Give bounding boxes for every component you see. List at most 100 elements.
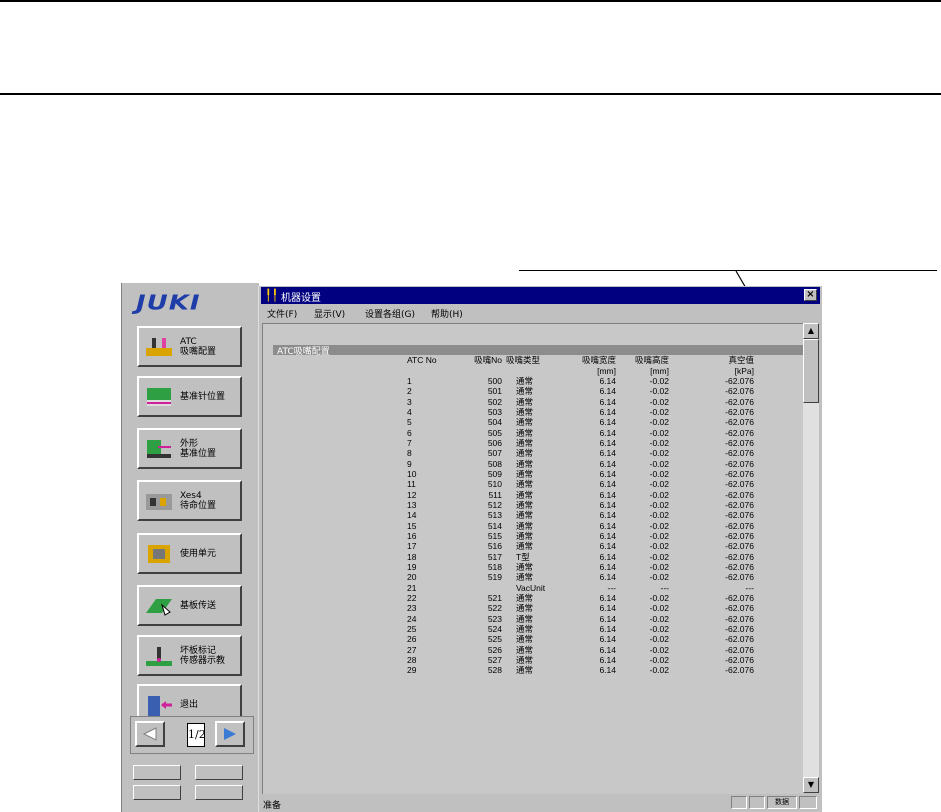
- function-button-1[interactable]: ATC 吸嘴配置: [137, 326, 242, 367]
- table-cell: 6.14: [599, 644, 616, 655]
- blank-button-4[interactable]: [195, 785, 243, 800]
- prev-page-button[interactable]: [135, 721, 165, 747]
- table-cell: 3: [407, 396, 412, 407]
- table-cell: 通常: [516, 613, 534, 624]
- table-row: 8 507 通常 6.14 -0.02 -62.076: [263, 448, 754, 458]
- scroll-up-button[interactable]: ▲: [803, 323, 819, 339]
- table-cell: 6.14: [599, 634, 616, 645]
- machine-settings-window: ╿╿ 机器设置 × 文件(F) 显示(V) 设置各组(G) 帮助(H) ATC吸…: [258, 286, 822, 812]
- close-button[interactable]: ×: [804, 289, 817, 301]
- menu-view[interactable]: 显示(V): [314, 307, 345, 320]
- table-cell: -62.076: [725, 520, 754, 531]
- table-cell: 26: [407, 634, 417, 645]
- table-row: 12 511 通常 6.14 -0.02 -62.076: [263, 489, 754, 500]
- scroll-down-button[interactable]: ▼: [803, 777, 819, 793]
- menu-settings-group[interactable]: 设置各组(G): [365, 307, 415, 320]
- table-cell: -0.02: [649, 448, 669, 459]
- table-cell: 23: [407, 603, 417, 614]
- table-cell: 9: [407, 458, 412, 469]
- table-row: 21 VacUnit --- --- ---: [263, 583, 754, 593]
- table-cell: 6.14: [599, 562, 616, 573]
- scroll-thumb[interactable]: [803, 339, 819, 403]
- reference-pin-icon: [144, 386, 174, 408]
- standby-position-icon: [144, 490, 174, 512]
- table-cell: -62.076: [725, 531, 754, 542]
- table-cell: 6.14: [599, 510, 616, 521]
- table-cell: 507: [487, 448, 502, 459]
- table-cell: -62.076: [725, 541, 754, 552]
- table-cell: 526: [487, 644, 502, 655]
- table-cell: -0.02: [649, 634, 669, 645]
- blank-button-2[interactable]: [195, 765, 243, 780]
- function-button-7[interactable]: 坏板标记 传感器示教: [137, 635, 242, 676]
- table-cell: -62.076: [725, 499, 754, 510]
- table-row: 29 528 通常 6.14 -0.02 -62.076: [263, 665, 754, 675]
- table-cell: -0.02: [649, 613, 669, 624]
- table-row: 17 516 通常 6.14 -0.02 -62.076: [263, 541, 754, 551]
- table-cell: -62.076: [725, 479, 754, 490]
- function-button-label: 退出: [180, 699, 199, 710]
- table-cell: 4: [407, 406, 412, 417]
- table-cell: 510: [487, 479, 502, 490]
- table-cell: 511: [488, 489, 502, 500]
- function-button-label: 基板传送: [180, 600, 217, 611]
- table-row: 16 515 通常 6.14 -0.02 -62.076: [263, 531, 754, 541]
- table-row: 20 519 通常 6.14 -0.02 -62.076: [263, 572, 754, 582]
- vertical-scrollbar[interactable]: ▲ ▼: [803, 323, 819, 793]
- status-panel: [799, 796, 817, 809]
- function-button-6[interactable]: 基板传送: [137, 585, 242, 626]
- next-page-button[interactable]: [215, 721, 245, 747]
- table-cell: -0.02: [649, 489, 669, 500]
- table-cell: 6.14: [599, 396, 616, 407]
- col-header: 吸嘴高度: [634, 355, 669, 366]
- table-cell: 通常: [516, 520, 534, 531]
- status-text: 准备: [263, 801, 282, 811]
- table-row: 27 526 通常 6.14 -0.02 -62.076: [263, 645, 754, 655]
- table-cell: 19: [407, 562, 417, 573]
- table-cell: 6.14: [599, 665, 616, 676]
- bad-mark-sensor-icon: [144, 645, 174, 667]
- table-row: 11 510 通常 6.14 -0.02 -62.076: [263, 479, 754, 489]
- title-bar: ╿╿ 机器设置 ×: [261, 287, 820, 304]
- function-button-5[interactable]: 使用单元: [137, 533, 242, 574]
- menu-bar: 文件(F) 显示(V) 设置各组(G) 帮助(H): [261, 305, 820, 321]
- table-cell: 6.14: [599, 603, 616, 614]
- status-panel: [731, 796, 747, 809]
- table-cell: -0.02: [649, 572, 669, 583]
- table-cell: 通常: [516, 624, 534, 635]
- table-cell: 524: [487, 624, 502, 635]
- table-cell: 506: [487, 437, 502, 448]
- table-cell: -62.076: [725, 448, 754, 459]
- blank-button-3[interactable]: [133, 785, 181, 800]
- menu-help[interactable]: 帮助(H): [431, 307, 463, 320]
- table-cell: 516: [487, 541, 502, 552]
- menu-file[interactable]: 文件(F): [267, 307, 297, 320]
- table-cell: 6.14: [599, 427, 616, 438]
- table-cell: 27: [407, 644, 417, 655]
- table-cell: -62.076: [725, 655, 754, 666]
- table-cell: 25: [407, 624, 417, 635]
- table-cell: 通常: [516, 562, 534, 573]
- table-cell: -0.02: [649, 551, 669, 562]
- table-cell: 8: [407, 448, 412, 459]
- function-button-4[interactable]: Xes4 待命位置: [137, 480, 242, 521]
- table-cell: -0.02: [649, 603, 669, 614]
- table-cell: 通常: [516, 427, 534, 438]
- content-area: ATC吸嘴配置 ATC No 吸嘴No 吸嘴类型 吸嘴宽度 吸嘴高度 真空值 […: [262, 323, 804, 794]
- table-row: 1 500 通常 6.14 -0.02 -62.076: [263, 376, 754, 386]
- function-button-3[interactable]: 外形 基准位置: [137, 428, 242, 469]
- table-cell: 通常: [516, 665, 534, 676]
- table-cell: 通常: [516, 468, 534, 479]
- table-cell: -0.02: [649, 468, 669, 479]
- page-nav: 1/2: [130, 716, 254, 754]
- table-cell: 6.14: [599, 468, 616, 479]
- table-cell: -0.02: [649, 562, 669, 573]
- table-cell: 7: [407, 437, 412, 448]
- table-cell: 20: [407, 572, 417, 583]
- blank-button-1[interactable]: [133, 765, 181, 780]
- section-header: ATC吸嘴配置: [273, 345, 803, 357]
- table-cell: 500: [487, 375, 502, 386]
- table-cell: 523: [487, 613, 502, 624]
- unit-cell: [407, 365, 438, 375]
- function-button-2[interactable]: 基准针位置: [137, 376, 242, 417]
